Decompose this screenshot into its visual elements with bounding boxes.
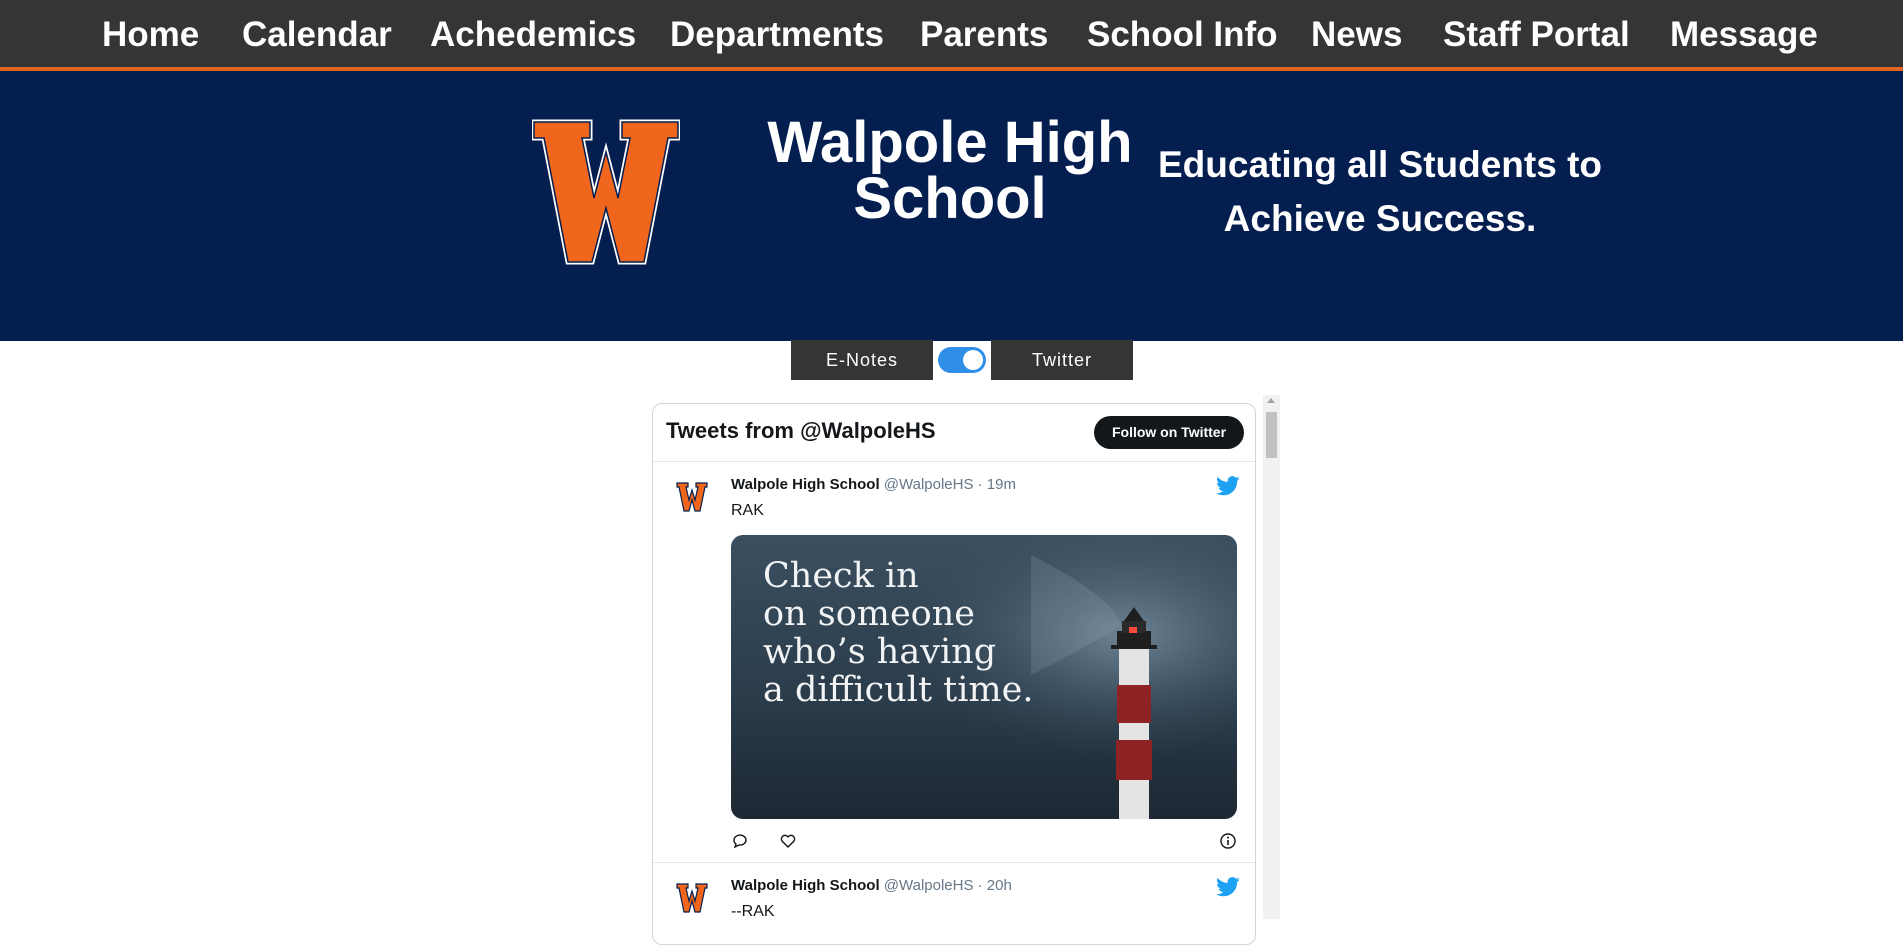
twitter-bird-icon[interactable]: [1216, 476, 1240, 496]
tweet-handle-time[interactable]: @WalpoleHS · 20h: [884, 877, 1012, 894]
twitter-timeline-widget: Tweets from @WalpoleHS Follow on Twitter…: [652, 403, 1256, 945]
nav-home[interactable]: Home: [102, 13, 199, 57]
nav-school-info[interactable]: School Info: [1087, 13, 1278, 57]
nav-achedemics[interactable]: Achedemics: [430, 13, 636, 57]
school-tagline: Educating all Students to Achieve Succes…: [1157, 144, 1603, 239]
tweet-header: Walpole High School @WalpoleHS · 20h: [731, 877, 1012, 894]
nav-parents[interactable]: Parents: [920, 13, 1048, 57]
follow-on-twitter-button[interactable]: Follow on Twitter: [1094, 416, 1244, 449]
nav-news[interactable]: News: [1311, 13, 1402, 57]
avatar[interactable]: [676, 882, 708, 914]
nav-departments[interactable]: Departments: [670, 13, 884, 57]
nav-staff-portal[interactable]: Staff Portal: [1443, 13, 1630, 57]
nav-menu: Home Calendar Achedemics Departments Par…: [0, 0, 1903, 67]
scroll-up-arrow-icon[interactable]: [1267, 398, 1275, 403]
torn-paper-edge: [0, 280, 1903, 324]
tweet-text: --RAK: [731, 903, 775, 920]
tweet-media-image[interactable]: Check in on someone who’s having a diffi…: [731, 535, 1237, 819]
info-icon[interactable]: [1219, 832, 1237, 850]
media-caption-text: Check in on someone who’s having a diffi…: [763, 556, 1034, 710]
avatar[interactable]: [676, 481, 708, 513]
tweet-text: RAK: [731, 502, 764, 519]
tweet-header: Walpole High School @WalpoleHS · 19m: [731, 476, 1016, 493]
twitter-bird-icon[interactable]: [1216, 877, 1240, 897]
tweet-item[interactable]: Walpole High School @WalpoleHS · 19m RAK: [653, 462, 1255, 863]
like-icon[interactable]: [779, 832, 797, 850]
tweet-author-name[interactable]: Walpole High School: [731, 476, 880, 493]
twitter-button[interactable]: Twitter: [991, 340, 1133, 380]
feed-toggle-switch[interactable]: [938, 347, 986, 373]
tweet-item[interactable]: Walpole High School @WalpoleHS · 20h --R…: [653, 863, 1255, 944]
widget-scrollbar[interactable]: [1263, 395, 1280, 919]
nav-calendar[interactable]: Calendar: [242, 13, 392, 57]
toggle-knob: [963, 350, 983, 370]
tweet-author-name[interactable]: Walpole High School: [731, 877, 880, 894]
widget-header: Tweets from @WalpoleHS Follow on Twitter: [653, 404, 1255, 462]
tweet-handle-time[interactable]: @WalpoleHS · 19m: [884, 476, 1016, 493]
e-notes-button[interactable]: E-Notes: [791, 340, 933, 380]
reply-icon[interactable]: [731, 832, 749, 850]
top-navigation: Home Calendar Achedemics Departments Par…: [0, 0, 1903, 71]
w-logo: [532, 119, 680, 265]
tweet-actions: [731, 832, 1241, 852]
widget-title: Tweets from @WalpoleHS: [666, 418, 936, 443]
nav-message[interactable]: Message: [1670, 13, 1818, 57]
school-name-heading: Walpole High School: [767, 110, 1133, 231]
scrollbar-thumb[interactable]: [1266, 412, 1277, 458]
